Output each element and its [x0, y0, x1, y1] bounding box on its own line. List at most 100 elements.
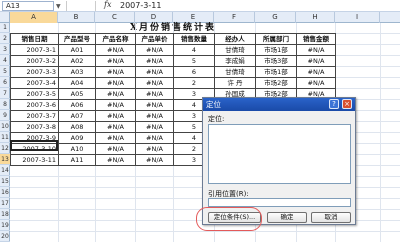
table-cell[interactable]: 2007-3-9 [10, 132, 59, 144]
table-cell[interactable]: #N/A [95, 132, 136, 144]
goto-special-button[interactable]: 定位条件(S)... [208, 212, 261, 223]
table-cell[interactable]: #N/A [296, 66, 336, 78]
table-cell[interactable]: 李成娟 [214, 55, 256, 67]
table-cell[interactable]: 5 [173, 55, 215, 67]
table-cell[interactable]: A09 [58, 132, 96, 144]
table-cell[interactable]: #N/A [135, 55, 174, 67]
table-cell[interactable]: 4 [173, 44, 215, 56]
table-header-cell[interactable]: 销售金额 [296, 33, 336, 45]
row-header-5[interactable]: 5 [0, 66, 10, 77]
table-cell[interactable]: A10 [58, 143, 96, 155]
column-header-e[interactable]: E [173, 12, 214, 23]
table-cell[interactable]: 市场1部 [255, 44, 297, 56]
cancel-button[interactable]: 取消 [311, 212, 351, 223]
column-header-b[interactable]: B [58, 12, 95, 23]
formula-input[interactable]: 2007-3-11 [120, 1, 161, 10]
row-header-7[interactable]: 7 [0, 88, 10, 99]
table-header-cell[interactable]: 所属部门 [255, 33, 297, 45]
table-cell[interactable]: #N/A [135, 143, 174, 155]
table-cell[interactable]: 2007-3-3 [10, 66, 59, 78]
table-cell[interactable]: A03 [58, 66, 96, 78]
table-cell[interactable]: #N/A [296, 77, 336, 89]
table-cell[interactable]: #N/A [95, 77, 136, 89]
row-header-19[interactable]: 19 [0, 220, 10, 231]
row-header-16[interactable]: 16 [0, 187, 10, 198]
table-cell[interactable]: #N/A [95, 110, 136, 122]
table-cell[interactable]: #N/A [135, 132, 174, 144]
row-header-1[interactable]: 1 [0, 23, 10, 33]
row-header-12[interactable]: 12 [0, 143, 10, 154]
table-cell[interactable]: 市场3部 [255, 55, 297, 67]
table-cell[interactable]: #N/A [95, 154, 136, 166]
reference-input[interactable] [208, 198, 351, 207]
table-cell[interactable]: #N/A [135, 110, 174, 122]
table-cell[interactable]: 2007-3-10 [10, 143, 59, 155]
table-cell[interactable]: 6 [173, 66, 215, 78]
table-cell[interactable]: 2007-3-1 [10, 44, 59, 56]
table-cell[interactable]: #N/A [95, 121, 136, 133]
table-header-cell[interactable]: 产品名称 [95, 33, 136, 45]
table-cell[interactable]: A04 [58, 77, 96, 89]
table-cell[interactable]: A02 [58, 55, 96, 67]
table-cell[interactable]: 2007-3-6 [10, 99, 59, 111]
table-cell[interactable]: A05 [58, 88, 96, 100]
table-cell[interactable]: 市场2部 [255, 77, 297, 89]
row-header-8[interactable]: 8 [0, 99, 10, 110]
close-button[interactable]: × [342, 99, 352, 109]
column-header-a[interactable]: A [10, 12, 58, 23]
table-cell[interactable]: #N/A [135, 99, 174, 111]
table-cell[interactable]: #N/A [135, 154, 174, 166]
column-header-g[interactable]: G [255, 12, 296, 23]
row-header-3[interactable]: 3 [0, 44, 10, 55]
table-cell[interactable]: #N/A [135, 121, 174, 133]
name-box[interactable]: A13 [2, 1, 54, 11]
row-header-18[interactable]: 18 [0, 209, 10, 220]
row-header-6[interactable]: 6 [0, 77, 10, 88]
table-cell[interactable]: A01 [58, 44, 96, 56]
table-cell[interactable]: A07 [58, 110, 96, 122]
column-header-f[interactable]: F [214, 12, 255, 23]
table-cell[interactable]: 2007-3-2 [10, 55, 59, 67]
function-icon[interactable]: fx [104, 0, 111, 9]
table-cell[interactable]: 市场1部 [255, 66, 297, 78]
table-cell[interactable]: 2007-3-8 [10, 121, 59, 133]
table-cell[interactable]: #N/A [135, 77, 174, 89]
table-cell[interactable]: #N/A [135, 66, 174, 78]
table-cell[interactable]: #N/A [296, 55, 336, 67]
table-cell[interactable]: 2007-3-4 [10, 77, 59, 89]
table-cell[interactable]: #N/A [135, 44, 174, 56]
table-cell[interactable]: 2007-3-5 [10, 88, 59, 100]
table-cell[interactable]: A11 [58, 154, 96, 166]
row-header-20[interactable]: 20 [0, 231, 10, 242]
row-header-10[interactable]: 10 [0, 121, 10, 132]
row-header-15[interactable]: 15 [0, 176, 10, 187]
table-cell[interactable]: #N/A [296, 44, 336, 56]
select-all-corner[interactable] [0, 12, 10, 23]
table-header-cell[interactable]: 销售日期 [10, 33, 59, 45]
table-cell[interactable]: A08 [58, 121, 96, 133]
table-cell[interactable]: 甘倩琦 [214, 44, 256, 56]
table-cell[interactable]: #N/A [95, 143, 136, 155]
dialog-titlebar[interactable]: 定位 ? × [203, 98, 355, 111]
table-cell[interactable]: 2007-3-11 [10, 154, 59, 166]
row-header-2[interactable]: 2 [0, 33, 10, 44]
help-button[interactable]: ? [329, 99, 339, 109]
table-cell[interactable]: A06 [58, 99, 96, 111]
table-header-cell[interactable]: 产品型号 [58, 33, 96, 45]
table-cell[interactable]: 许 丹 [214, 77, 256, 89]
table-cell[interactable]: #N/A [95, 55, 136, 67]
column-header-d[interactable]: D [135, 12, 173, 23]
row-header-11[interactable]: 11 [0, 132, 10, 143]
row-header-13[interactable]: 13 [0, 154, 10, 165]
table-cell[interactable]: 2007-3-7 [10, 110, 59, 122]
column-header-h[interactable]: H [296, 12, 335, 23]
column-header-c[interactable]: C [95, 12, 135, 23]
row-header-9[interactable]: 9 [0, 110, 10, 121]
row-header-14[interactable]: 14 [0, 165, 10, 176]
goto-list[interactable] [208, 124, 351, 184]
table-header-cell[interactable]: 销售数量 [173, 33, 215, 45]
table-cell[interactable]: #N/A [95, 88, 136, 100]
ok-button[interactable]: 确定 [267, 212, 307, 223]
table-header-cell[interactable]: 经办人 [214, 33, 256, 45]
table-cell[interactable]: 甘倩琦 [214, 66, 256, 78]
